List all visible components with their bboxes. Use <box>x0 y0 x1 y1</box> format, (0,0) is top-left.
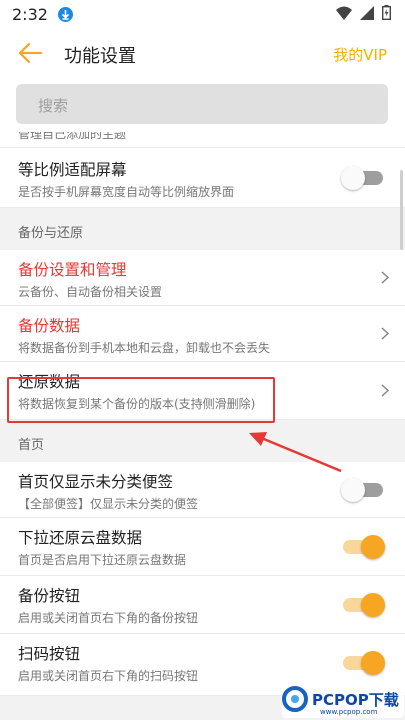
status-icons <box>336 5 391 20</box>
chevron-right-icon <box>381 327 389 340</box>
scrollbar[interactable] <box>400 170 403 250</box>
annotation-arrow-icon <box>249 432 342 473</box>
row-subtitle: 将数据恢复到某个备份的版本(支持侧滑删除) <box>18 397 256 411</box>
row-title: 备份按钮 <box>18 587 81 605</box>
pull-restore-toggle[interactable] <box>341 534 385 560</box>
arrow-left-icon <box>18 42 43 64</box>
row-title: 扫码按钮 <box>18 645 81 663</box>
setting-backup-data[interactable]: 备份数据 将数据备份到手机本地和云盘，卸载也不会丢失 <box>0 306 405 362</box>
pcpop-logo-icon <box>282 686 308 712</box>
chevron-right-icon <box>381 271 389 284</box>
setting-fit-screen[interactable]: 等比例适配屏幕 是否按手机屏幕宽度自动等比例缩放界面 <box>0 148 405 208</box>
wifi-icon <box>336 6 352 20</box>
show-unclassified-toggle[interactable] <box>341 477 385 503</box>
app-bar: 功能设置 我的VIP <box>0 30 405 76</box>
row-title: 首页仅显示未分类便签 <box>18 473 174 491</box>
page-title: 功能设置 <box>64 46 136 67</box>
row-subtitle: 是否按手机屏幕宽度自动等比例缩放界面 <box>18 185 235 199</box>
search-area: 搜索 <box>0 76 405 132</box>
download-notification-icon <box>58 7 73 22</box>
row-title: 备份数据 <box>18 317 81 335</box>
my-vip-link[interactable]: 我的VIP <box>333 44 387 65</box>
back-button[interactable] <box>12 36 48 70</box>
row-subtitle: 首页是否启用下拉还原云盘数据 <box>18 553 187 567</box>
battery-icon <box>382 5 391 20</box>
scan-button-toggle[interactable] <box>341 650 385 676</box>
chevron-right-icon <box>381 384 389 397</box>
row-subtitle: 将数据备份到手机本地和云盘，卸载也不会丢失 <box>18 341 271 355</box>
watermark-brand: PCPOP下载 <box>312 691 399 709</box>
status-bar: 2:32 <box>0 0 405 30</box>
row-subtitle: 管理自己添加的主题 <box>18 132 127 141</box>
search-input[interactable]: 搜索 <box>16 84 388 124</box>
row-title: 下拉还原云盘数据 <box>18 529 143 547</box>
fit-screen-toggle[interactable] <box>341 165 385 191</box>
setting-restore-data[interactable]: 还原数据 将数据恢复到某个备份的版本(支持侧滑删除) <box>0 362 405 420</box>
search-placeholder: 搜索 <box>38 97 69 115</box>
section-header-backup: 备份与还原 <box>0 208 405 250</box>
row-subtitle: 云备份、自动备份相关设置 <box>18 285 163 299</box>
row-title: 等比例适配屏幕 <box>18 161 127 179</box>
pcpop-watermark: PCPOP下载 www.pcpop.com <box>282 684 404 718</box>
signal-icon <box>360 5 374 20</box>
row-title: 备份设置和管理 <box>18 261 127 279</box>
status-time: 2:32 <box>12 5 48 24</box>
backup-button-toggle[interactable] <box>341 592 385 618</box>
list-item-partial[interactable]: 管理自己添加的主题 <box>0 132 405 148</box>
watermark-url: www.pcpop.com <box>320 708 378 716</box>
setting-backup-settings[interactable]: 备份设置和管理 云备份、自动备份相关设置 <box>0 250 405 306</box>
row-subtitle: 【全部便签】仅显示未分类的便签 <box>18 497 199 511</box>
row-subtitle: 启用或关闭首页右下角的扫码按钮 <box>18 669 199 683</box>
row-subtitle: 启用或关闭首页右下角的备份按钮 <box>18 611 199 625</box>
row-title: 还原数据 <box>18 373 81 391</box>
settings-list: 管理自己添加的主题 等比例适配屏幕 是否按手机屏幕宽度自动等比例缩放界面 备份与… <box>0 132 405 696</box>
setting-pull-restore[interactable]: 下拉还原云盘数据 首页是否启用下拉还原云盘数据 <box>0 518 405 576</box>
setting-backup-button[interactable]: 备份按钮 启用或关闭首页右下角的备份按钮 <box>0 576 405 634</box>
